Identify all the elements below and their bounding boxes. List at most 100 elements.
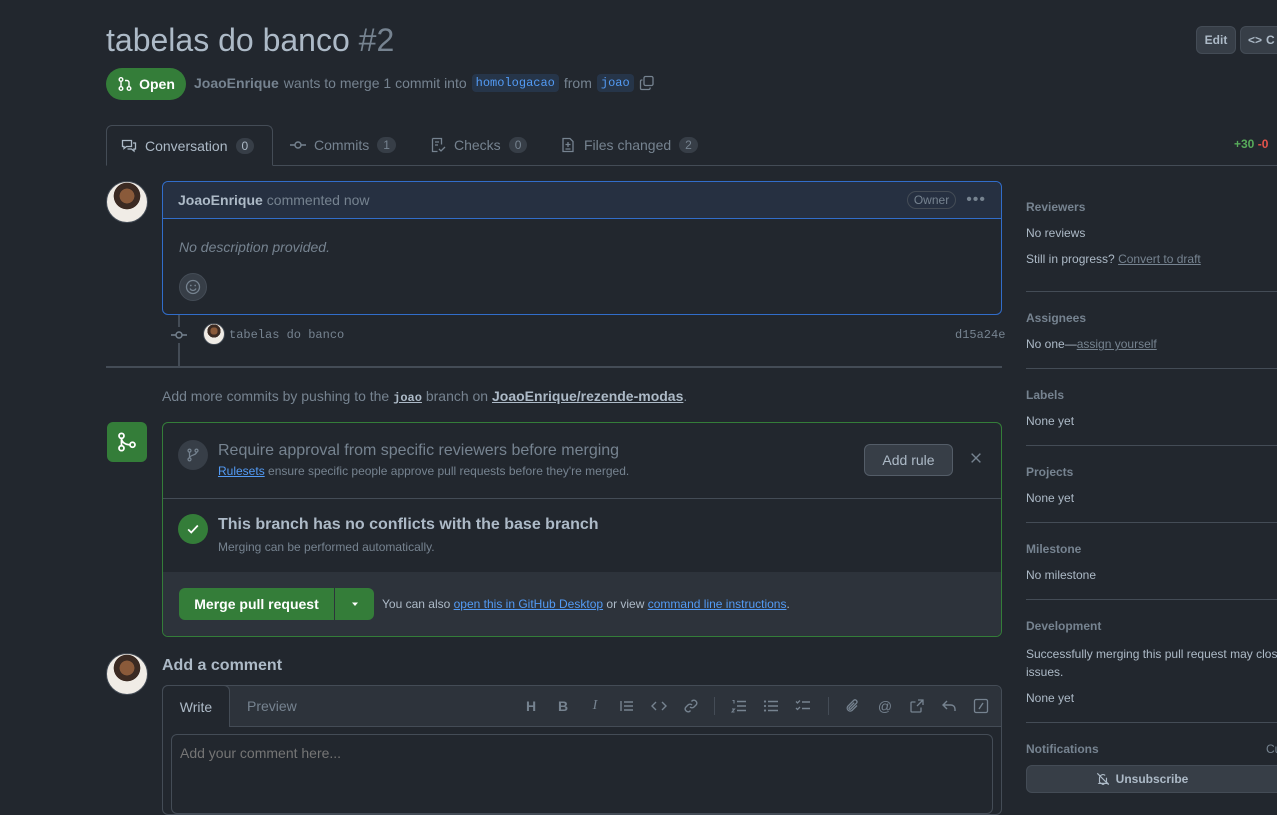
italic-icon[interactable]: I (586, 697, 604, 715)
notifications-label: Notifications (1026, 742, 1099, 756)
tab-files-label: Files changed (584, 137, 672, 153)
commit-avatar[interactable] (203, 323, 225, 345)
assignees-none: No one— (1026, 337, 1077, 351)
tab-checks-count: 0 (508, 137, 528, 153)
code-icon: <> (1248, 33, 1263, 47)
heading-icon[interactable]: H (522, 697, 540, 715)
paperclip-icon[interactable] (844, 697, 862, 715)
commit-node-icon (171, 327, 187, 343)
close-icon[interactable] (969, 451, 983, 465)
merge-text: wants to merge 1 commit into (283, 75, 467, 91)
tab-files-count: 2 (679, 137, 698, 153)
pr-tabs: Conversation 0 Commits 1 Checks 0 Files … (106, 125, 1277, 166)
check-circle-icon (178, 514, 208, 544)
rule-section: Require approval from specific reviewers… (163, 423, 1001, 499)
rule-title: Require approval from specific reviewers… (218, 442, 620, 459)
conflict-title: This branch has no conflicts with the ba… (218, 516, 599, 533)
rulesets-link[interactable]: Rulesets (218, 464, 265, 478)
tab-conversation-count: 0 (235, 137, 255, 154)
conflict-section: This branch has no conflicts with the ba… (163, 498, 1001, 573)
development-label[interactable]: Development (1026, 619, 1101, 633)
checklist-icon (430, 137, 446, 153)
code-icon[interactable] (650, 697, 668, 715)
push-hint-repo[interactable]: JoaoEnrique/rezende-modas (492, 388, 683, 404)
comment-author[interactable]: JoaoEnrique (178, 192, 263, 208)
toolbar-divider-2 (828, 697, 829, 715)
draft-prompt-text: Still in progress? (1026, 252, 1115, 266)
diffstat-removed: -0 (1257, 137, 1269, 151)
sidebar-divider (1026, 445, 1277, 446)
tab-conversation-label: Conversation (145, 137, 228, 154)
reply-icon[interactable] (940, 697, 958, 715)
or-view-text: or view (606, 597, 645, 611)
sidebar-divider (1026, 368, 1277, 369)
state-badge: Open (106, 68, 186, 100)
tab-conversation[interactable]: Conversation 0 (106, 125, 273, 166)
labels-value: None yet (1026, 414, 1075, 428)
tab-commits-label: Commits (314, 137, 370, 153)
sidebar-divider (1026, 722, 1277, 723)
copy-icon[interactable] (639, 75, 655, 91)
tab-checks[interactable]: Checks 0 (416, 125, 541, 165)
code-button-label: C (1266, 33, 1275, 47)
convert-to-draft-link[interactable]: Convert to draft (1118, 252, 1201, 266)
slash-command-icon[interactable] (972, 697, 990, 715)
assignees-label[interactable]: Assignees (1026, 311, 1086, 325)
add-comment-heading: Add a comment (162, 657, 283, 674)
assign-yourself-link[interactable]: assign yourself (1077, 337, 1157, 351)
base-branch[interactable]: homologacao (471, 74, 559, 92)
customize-link[interactable]: Cu (1266, 742, 1277, 756)
from-text: from (563, 75, 592, 91)
branch-icon (178, 440, 208, 470)
diffstat-added: +30 (1234, 137, 1255, 151)
tab-commits[interactable]: Commits 1 (276, 125, 410, 165)
task-list-icon[interactable] (794, 697, 812, 715)
link-icon[interactable] (682, 697, 700, 715)
tab-files-changed[interactable]: Files changed 2 (546, 125, 712, 165)
current-user-avatar[interactable] (106, 653, 148, 695)
reviewers-value: No reviews (1026, 226, 1086, 240)
numbered-list-icon[interactable] (730, 697, 748, 715)
toolbar-divider (714, 697, 715, 715)
push-hint-suffix: . (683, 388, 688, 404)
push-hint-branch[interactable]: joao (393, 391, 422, 405)
mention-icon[interactable]: @ (876, 697, 894, 715)
conflict-desc: Merging can be performed automatically. (218, 540, 435, 554)
code-button[interactable]: <> C (1240, 26, 1277, 54)
comment-textarea[interactable] (171, 734, 993, 814)
development-value: None yet (1026, 691, 1075, 705)
commit-sha[interactable]: d15a24e (955, 328, 1005, 342)
also-prefix: You can also (382, 597, 451, 611)
commit-message[interactable]: tabelas do banco (229, 328, 344, 342)
bullet-list-icon[interactable] (762, 697, 780, 715)
bold-icon[interactable]: B (554, 697, 572, 715)
github-desktop-link[interactable]: open this in GitHub Desktop (454, 597, 603, 611)
labels-label[interactable]: Labels (1026, 388, 1064, 402)
edit-button[interactable]: Edit (1196, 26, 1236, 54)
add-rule-button[interactable]: Add rule (864, 444, 953, 476)
unsubscribe-button[interactable]: Unsubscribe (1026, 765, 1277, 793)
file-diff-icon (560, 137, 576, 153)
add-reaction-button[interactable] (179, 273, 207, 301)
pull-request-icon (117, 76, 133, 92)
avatar[interactable] (106, 181, 148, 223)
quote-icon[interactable] (618, 697, 636, 715)
tab-preview[interactable]: Preview (247, 698, 297, 714)
projects-label[interactable]: Projects (1026, 465, 1073, 479)
kebab-menu-icon[interactable]: ••• (966, 191, 986, 209)
merge-suffix: . (786, 597, 790, 611)
owner-badge: Owner (906, 191, 957, 209)
state-label: Open (139, 76, 175, 92)
merge-dropdown-button[interactable] (335, 588, 374, 620)
reviewers-label[interactable]: Reviewers (1026, 200, 1085, 214)
tab-write[interactable]: Write (162, 685, 230, 727)
head-branch[interactable]: joao (596, 74, 634, 92)
cross-reference-icon[interactable] (908, 697, 926, 715)
page-title: tabelas do banco #2 (106, 22, 394, 59)
cli-instructions-link[interactable]: command line instructions (648, 597, 787, 611)
milestone-label[interactable]: Milestone (1026, 542, 1081, 556)
merge-button[interactable]: Merge pull request (179, 588, 334, 620)
author-link[interactable]: JoaoEnrique (194, 75, 279, 91)
development-desc: Successfully merging this pull request m… (1026, 647, 1277, 679)
commit-icon (290, 137, 306, 153)
